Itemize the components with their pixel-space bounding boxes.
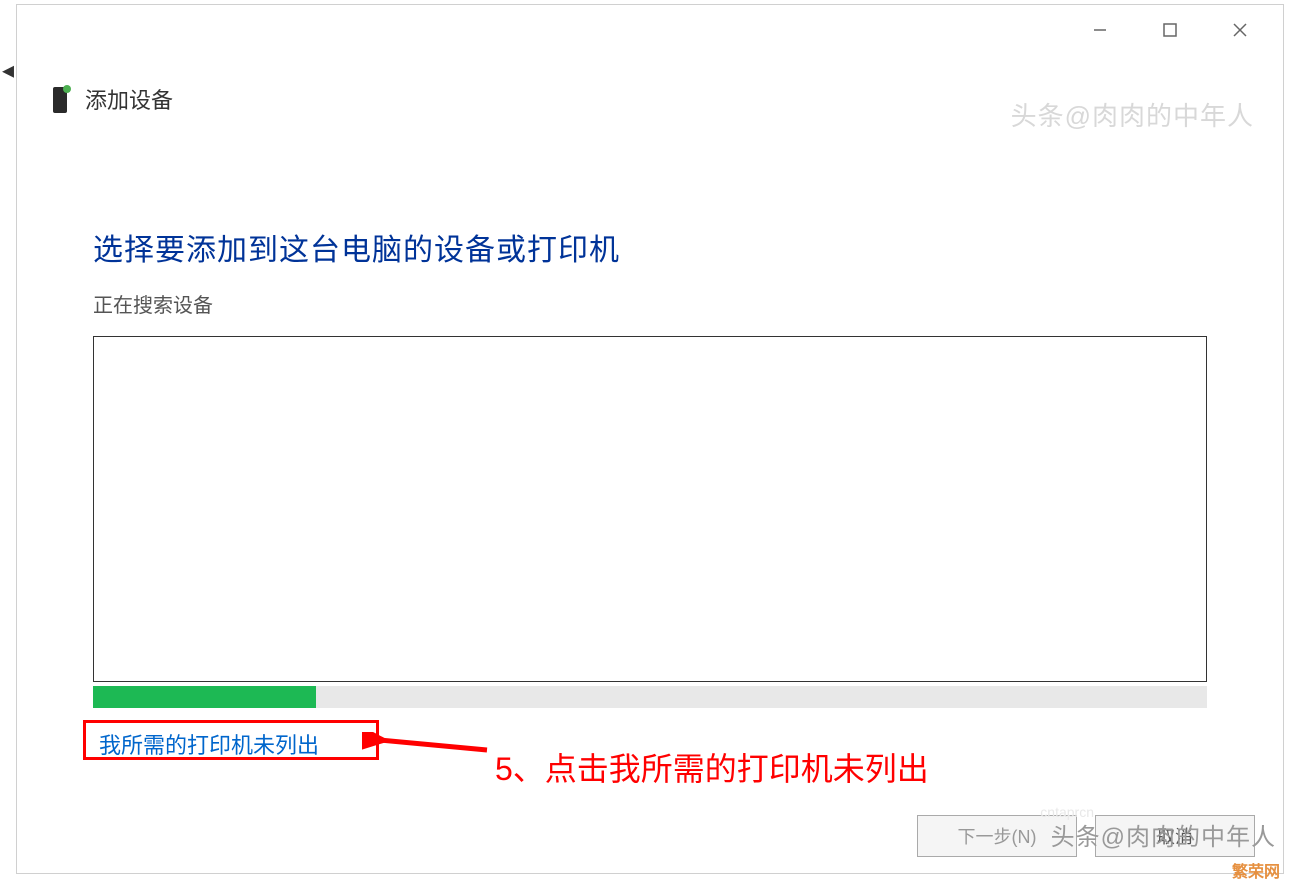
minimize-button[interactable] xyxy=(1065,11,1135,49)
progress-bar xyxy=(93,686,1207,708)
window-controls xyxy=(1065,11,1275,49)
progress-fill xyxy=(93,686,316,708)
back-arrow: ◂ xyxy=(2,56,14,85)
main-heading: 选择要添加到这台电脑的设备或打印机 xyxy=(93,225,1207,269)
printer-not-listed-link[interactable]: 我所需的打印机未列出 xyxy=(93,726,325,762)
close-button[interactable] xyxy=(1205,11,1275,49)
add-device-icon xyxy=(49,85,71,113)
watermark-top: 头条@肉肉的中年人 xyxy=(1011,96,1254,133)
watermark-faint: cntaprcn xyxy=(1040,804,1094,820)
titlebar xyxy=(17,5,1283,55)
dialog-title: 添加设备 xyxy=(85,83,173,115)
watermark-bottom: 头条@肉肉的中年人 xyxy=(1051,817,1276,852)
device-list-box[interactable] xyxy=(93,336,1207,682)
watermark-corner: 繁荣网 xyxy=(1232,858,1280,882)
searching-status: 正在搜索设备 xyxy=(93,289,1207,318)
content-area: 选择要添加到这台电脑的设备或打印机 正在搜索设备 我所需的打印机未列出 xyxy=(17,115,1283,762)
annotation-text: 5、点击我所需的打印机未列出 xyxy=(495,744,929,790)
maximize-button[interactable] xyxy=(1135,11,1205,49)
